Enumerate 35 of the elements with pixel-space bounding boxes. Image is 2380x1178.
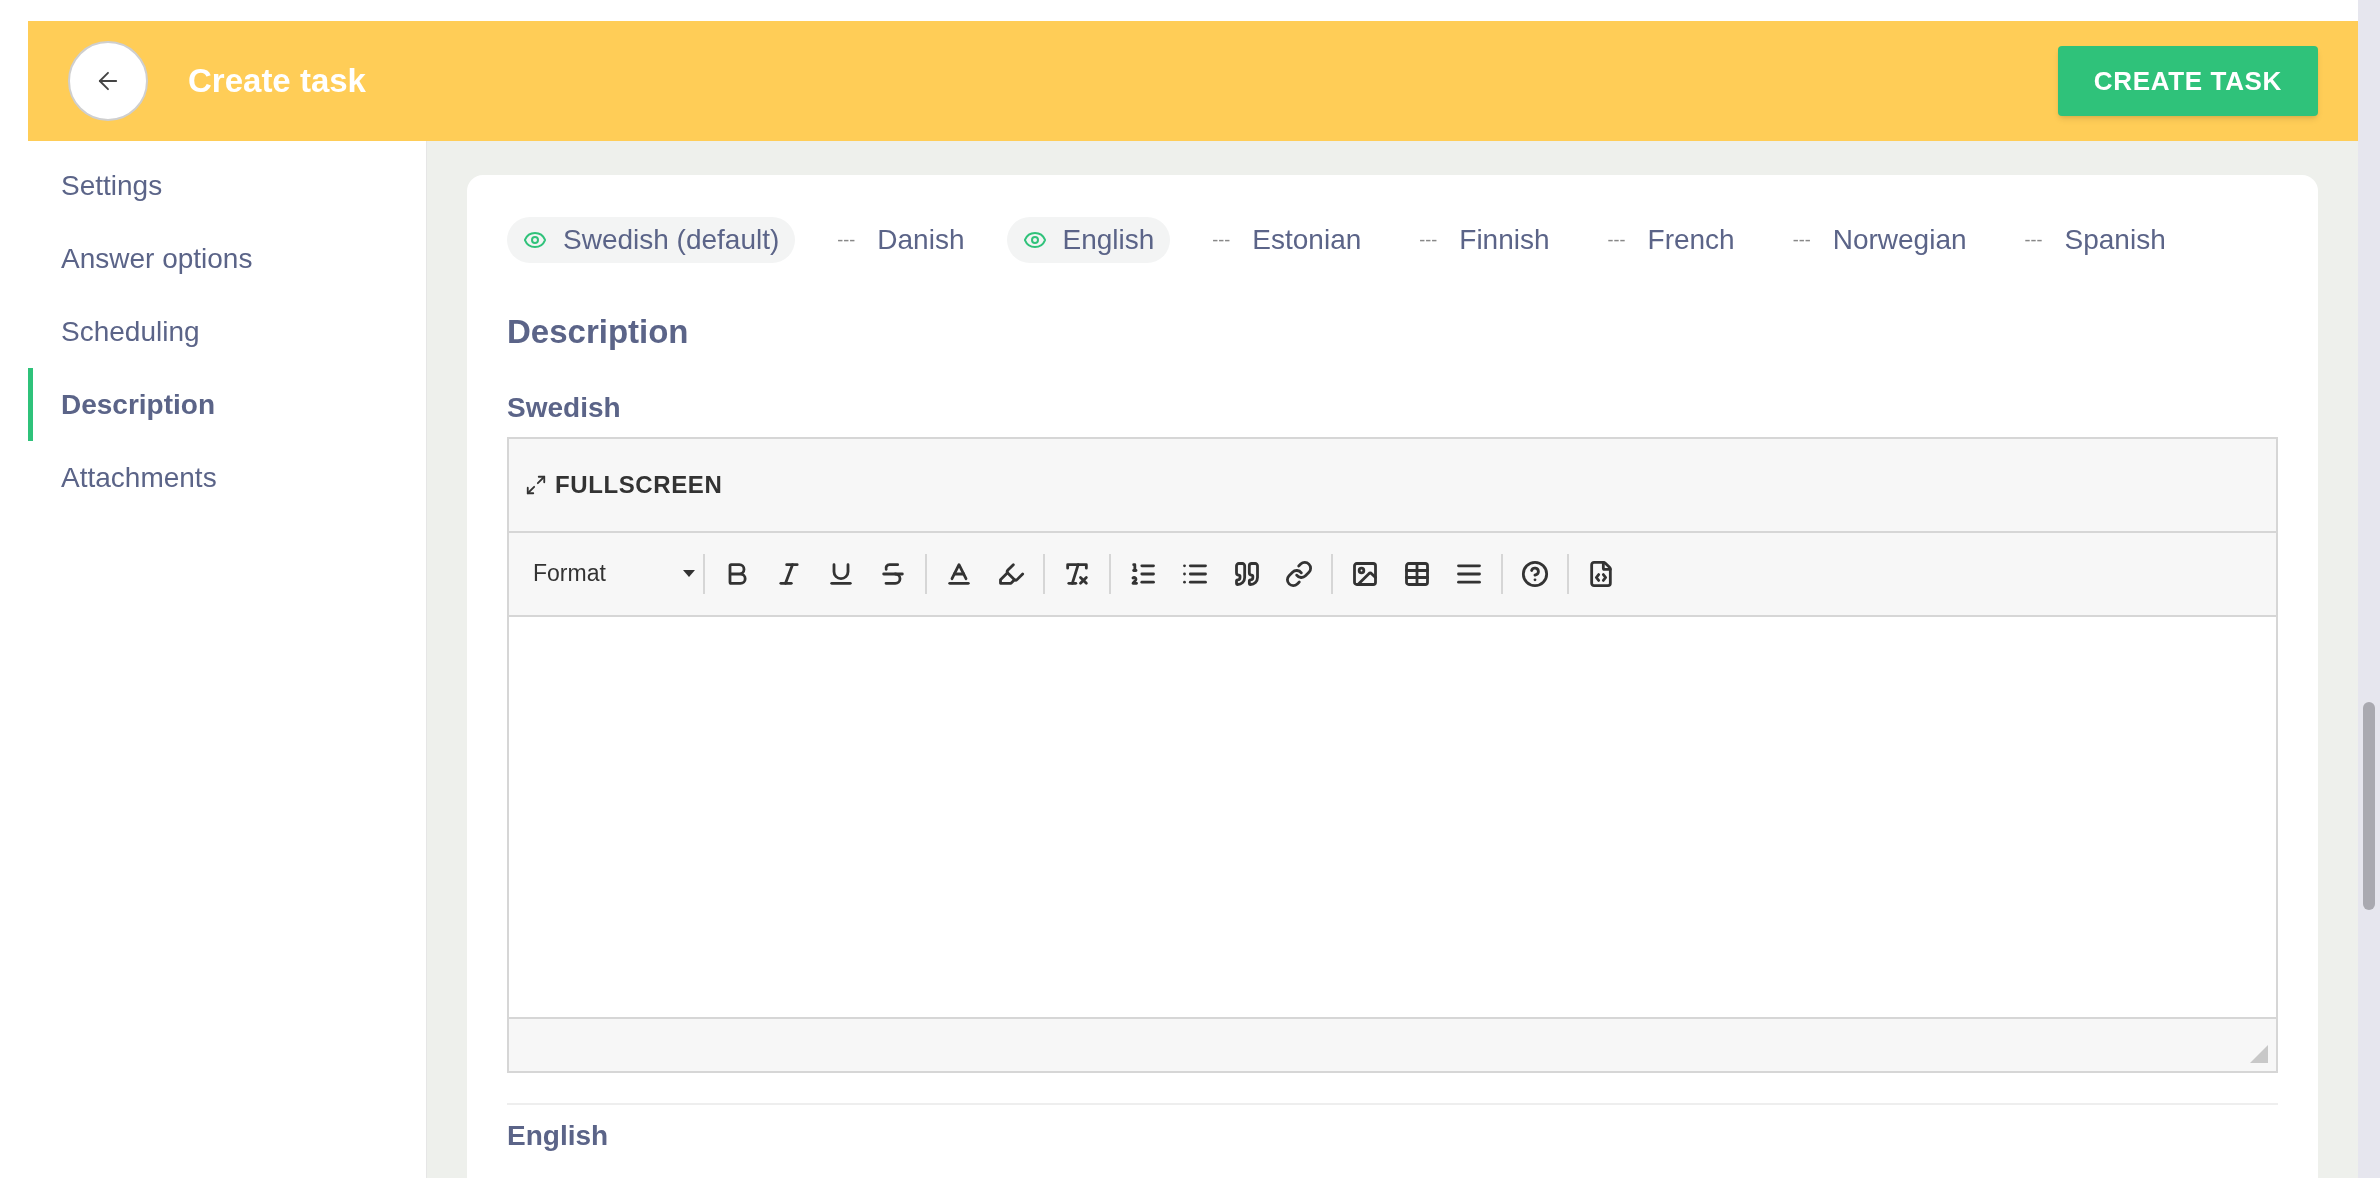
help-icon xyxy=(1521,559,1549,588)
rich-text-editor[interactable]: FULLSCREEN Format xyxy=(507,436,2278,1073)
fullscreen-button[interactable]: FULLSCREEN xyxy=(525,466,723,503)
dash-marker: --- xyxy=(1792,228,1811,252)
resize-handle-icon xyxy=(2250,1044,2268,1063)
language-tab[interactable]: Norwegian xyxy=(1832,219,1967,261)
section-title: Description xyxy=(507,312,690,352)
sidebar-item[interactable]: Answer options xyxy=(28,222,426,295)
dash-marker: --- xyxy=(837,228,856,252)
editor-label: Swedish xyxy=(507,390,622,425)
language-tab[interactable]: English xyxy=(1006,217,1171,263)
language-tab[interactable]: Danish xyxy=(877,219,965,261)
quote-icon xyxy=(1233,559,1261,588)
dash-marker: --- xyxy=(1419,228,1438,252)
link-icon xyxy=(1285,559,1313,588)
sidebar-item[interactable]: Scheduling xyxy=(28,295,426,368)
page-title: Create task xyxy=(188,61,366,102)
language-tab[interactable]: French xyxy=(1647,219,1735,261)
image-icon xyxy=(1351,559,1379,588)
language-tab[interactable]: Spanish xyxy=(2064,219,2166,261)
dash-marker: --- xyxy=(1607,228,1626,252)
table-icon xyxy=(1403,559,1431,588)
dash-marker: --- xyxy=(1212,228,1231,252)
language-tab[interactable]: Swedish (default) xyxy=(507,217,796,263)
dash-marker: --- xyxy=(2024,228,2043,252)
expand-icon xyxy=(525,473,547,496)
language-tab[interactable]: Finnish xyxy=(1459,219,1550,261)
language-tab[interactable]: Estonian xyxy=(1252,219,1362,261)
sidebar-item[interactable]: Settings xyxy=(28,149,426,222)
caret-icon xyxy=(683,570,695,577)
format-dropdown[interactable]: Format xyxy=(533,556,703,591)
scrollbar-thumb[interactable] xyxy=(2363,702,2375,910)
sidebar-item[interactable]: Attachments xyxy=(28,441,426,514)
source-icon xyxy=(1587,559,1615,588)
editor-label: English xyxy=(507,1118,610,1153)
